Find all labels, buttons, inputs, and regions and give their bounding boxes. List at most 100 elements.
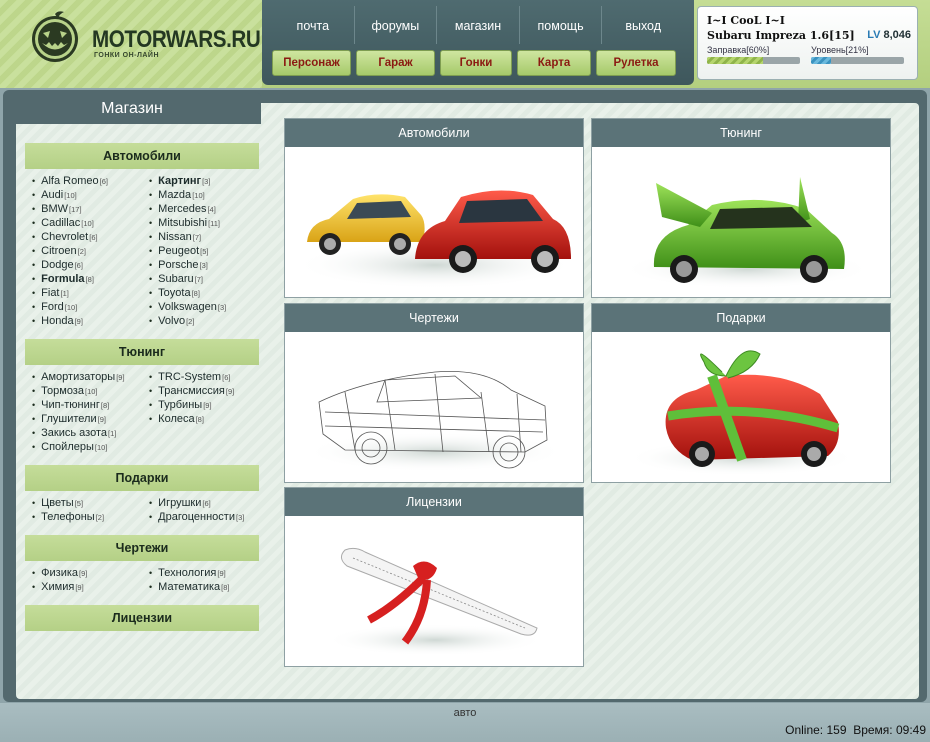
section-tuning[interactable]: Тюнинг — [25, 339, 259, 365]
section-licenses[interactable]: Лицензии — [25, 605, 259, 631]
section-cars[interactable]: Автомобили — [25, 143, 259, 169]
roulette-button[interactable]: Рулетка — [596, 50, 676, 76]
nav-link-logout[interactable]: выход — [602, 6, 684, 44]
category-link[interactable]: Mercedes[4] — [149, 202, 226, 216]
cars-list-col1: Alfa Romeo[6]Audi[10]BMW[17]Cadillac[10]… — [32, 174, 108, 328]
category-link[interactable]: Dodge[6] — [32, 258, 108, 272]
category-link[interactable]: Глушители[9] — [32, 412, 125, 426]
tile-licenses-title: Лицензии — [285, 488, 583, 516]
tile-tuning[interactable]: Тюнинг — [591, 118, 891, 298]
category-link[interactable]: Citroen[2] — [32, 244, 108, 258]
category-link[interactable]: Тормоза[10] — [32, 384, 125, 398]
category-link[interactable]: Игрушки[6] — [149, 496, 244, 510]
nav-link-help[interactable]: помощь — [520, 6, 603, 44]
category-name: Игрушки — [158, 497, 202, 509]
category-link[interactable]: Закись азота[1] — [32, 426, 125, 440]
nav-link-forums[interactable]: форумы — [355, 6, 438, 44]
section-blueprints[interactable]: Чертежи — [25, 535, 259, 561]
category-link[interactable]: Volvo[2] — [149, 314, 226, 328]
category-link[interactable]: Технология[9] — [149, 566, 230, 580]
category-link[interactable]: Математика[8] — [149, 580, 229, 594]
category-link[interactable]: Картинг[3] — [149, 174, 226, 188]
cars-list-col2: Картинг[3]Mazda[10]Mercedes[4]Mitsubishi… — [149, 174, 226, 328]
tuning-image — [622, 177, 872, 289]
tile-cars[interactable]: Автомобили — [284, 118, 584, 298]
category-link[interactable]: Alfa Romeo[6] — [32, 174, 108, 188]
licenses-image — [325, 547, 545, 656]
gifts-list-col2: Игрушки[6]Драгоценности[3] — [149, 496, 244, 524]
category-count: [9] — [225, 387, 235, 396]
category-count: [10] — [94, 443, 108, 452]
user-nickname[interactable]: I~I CooL I~I — [707, 14, 785, 27]
map-button[interactable]: Карта — [517, 50, 591, 76]
category-link[interactable]: Mazda[10] — [149, 188, 226, 202]
races-button[interactable]: Гонки — [440, 50, 512, 76]
category-count: [8] — [100, 401, 110, 410]
category-name: Технология — [158, 567, 217, 579]
category-count: [9] — [217, 569, 226, 578]
section-gifts[interactable]: Подарки — [25, 465, 259, 491]
category-link[interactable]: Чип-тюнинг[8] — [32, 398, 125, 412]
logo-tagline: ГОНКИ ОН-ЛАЙН — [94, 52, 160, 59]
category-name: Cadillac — [41, 217, 81, 229]
category-name: Тормоза — [41, 385, 84, 397]
category-name: Цветы — [41, 497, 74, 509]
category-link[interactable]: Телефоны[2] — [32, 510, 104, 524]
category-link[interactable]: Амортизаторы[9] — [32, 370, 124, 384]
logo[interactable]: MOTORWARS.RU ГОНКИ ОН-ЛАЙН — [0, 0, 262, 88]
category-count: [2] — [95, 513, 105, 522]
level-value: 8,046 — [883, 29, 911, 41]
category-link[interactable]: Nissan[7] — [149, 230, 226, 244]
category-link[interactable]: Porsche[3] — [149, 258, 226, 272]
category-link[interactable]: Subaru[7] — [149, 272, 226, 286]
category-name: Formula — [41, 273, 85, 285]
level-label: Уровень[21%] — [811, 45, 869, 55]
category-count: [17] — [69, 205, 82, 214]
category-link[interactable]: Cadillac[10] — [32, 216, 108, 230]
category-count: [5] — [74, 499, 84, 508]
tile-blueprints[interactable]: Чертежи — [284, 303, 584, 483]
tile-licenses[interactable]: Лицензии — [284, 487, 584, 667]
category-count: [9] — [97, 415, 106, 424]
category-name: Citroen — [41, 245, 77, 257]
category-link[interactable]: Fiat[1] — [32, 286, 108, 300]
category-link[interactable]: Цветы[5] — [32, 496, 104, 510]
category-link[interactable]: Volkswagen[3] — [149, 300, 226, 314]
category-link[interactable]: Турбины[9] — [149, 398, 234, 412]
category-count: [3] — [202, 177, 211, 186]
category-name: Закись азота — [41, 427, 107, 439]
category-link[interactable]: TRC-System[6] — [149, 370, 234, 384]
nav-link-shop[interactable]: магазин — [437, 6, 520, 44]
category-link[interactable]: Физика[9] — [32, 566, 87, 580]
category-link[interactable]: Химия[9] — [32, 580, 87, 594]
category-count: [9] — [203, 401, 212, 410]
category-link[interactable]: Драгоценности[3] — [149, 510, 244, 524]
category-name: Alfa Romeo — [41, 175, 99, 187]
category-link[interactable]: Formula[8] — [32, 272, 108, 286]
category-name: Амортизаторы — [41, 371, 116, 383]
category-link[interactable]: Peugeot[5] — [149, 244, 226, 258]
tile-gifts[interactable]: Подарки — [591, 303, 891, 483]
character-button[interactable]: Персонаж — [272, 50, 351, 76]
category-link[interactable]: BMW[17] — [32, 202, 108, 216]
garage-button[interactable]: Гараж — [356, 50, 435, 76]
category-count: [3] — [199, 261, 208, 270]
game-nav: Персонаж Гараж Гонки Карта Рулетка — [272, 50, 692, 76]
category-link[interactable]: Трансмиссия[9] — [149, 384, 234, 398]
category-count: [4] — [207, 205, 216, 214]
category-link[interactable]: Спойлеры[10] — [32, 440, 125, 454]
category-count: [6] — [222, 373, 231, 382]
category-link[interactable]: Audi[10] — [32, 188, 108, 202]
category-link[interactable]: Chevrolet[6] — [32, 230, 108, 244]
category-count: [10] — [192, 191, 205, 200]
category-link[interactable]: Ford[10] — [32, 300, 108, 314]
category-link[interactable]: Honda[9] — [32, 314, 108, 328]
category-count: [3] — [217, 303, 227, 312]
footer: авто Online: 159 Время: 09:49 — [0, 703, 930, 742]
nav-link-mail[interactable]: почта — [272, 6, 355, 44]
category-link[interactable]: Mitsubishi[11] — [149, 216, 226, 230]
category-link[interactable]: Колеса[8] — [149, 412, 234, 426]
category-link[interactable]: Toyota[8] — [149, 286, 226, 300]
online-label: Online: — [785, 723, 824, 737]
category-name: Турбины — [158, 399, 203, 411]
